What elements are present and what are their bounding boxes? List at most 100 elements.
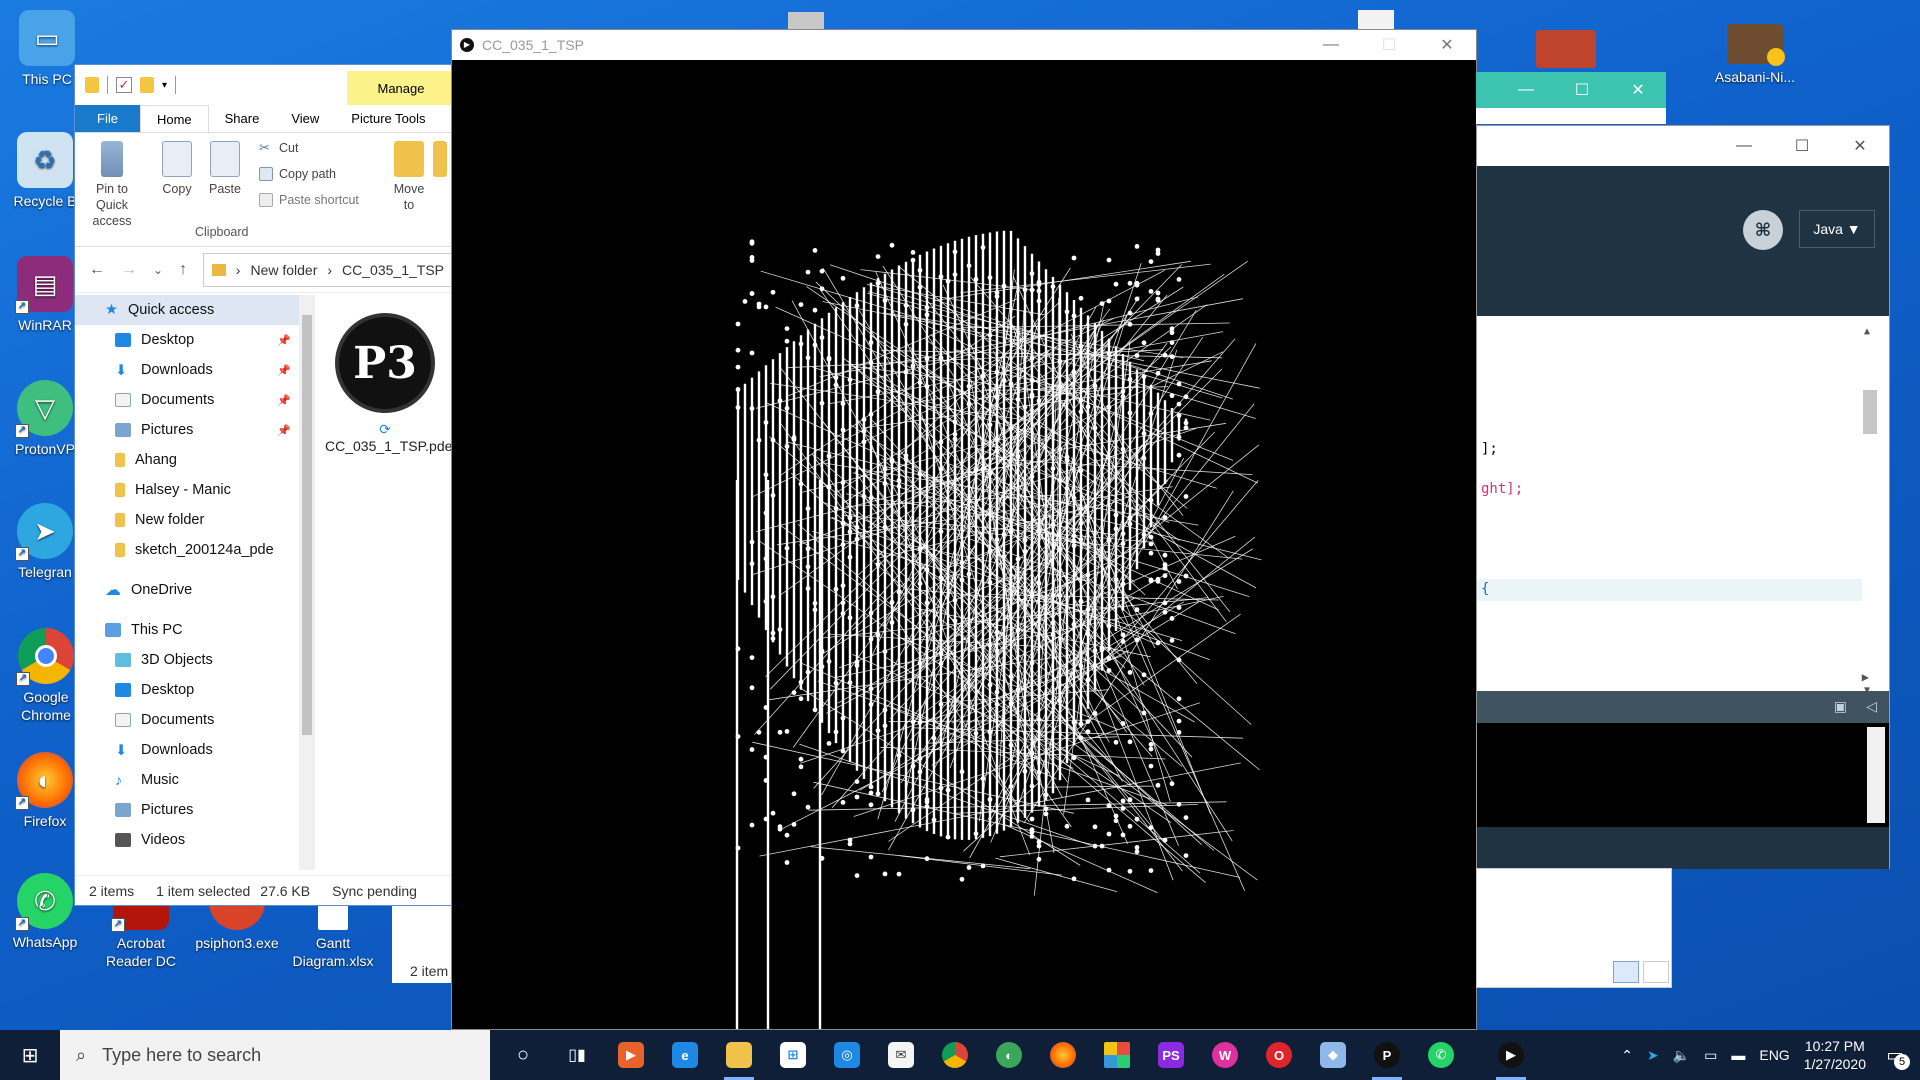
chevron-up-icon[interactable]: ⌃ bbox=[1621, 1047, 1633, 1064]
nav-item-pc-desktop[interactable]: Desktop bbox=[75, 675, 299, 705]
scrollbar-thumb[interactable] bbox=[1863, 390, 1877, 434]
details-view-icon[interactable] bbox=[1613, 961, 1639, 983]
powerpoint-file-icon[interactable] bbox=[1536, 30, 1596, 68]
manage-tab[interactable]: Manage bbox=[347, 71, 453, 105]
close-button[interactable]: ✕ bbox=[1418, 30, 1476, 60]
nav-item-music[interactable]: ♪ Music bbox=[75, 765, 299, 795]
close-button[interactable]: ✕ bbox=[1610, 72, 1666, 108]
nav-item-3d-objects[interactable]: 3D Objects bbox=[75, 645, 299, 675]
properties-icon[interactable]: ✓ bbox=[116, 77, 132, 93]
up-icon[interactable]: ↑ bbox=[179, 261, 187, 279]
debugger-icon[interactable]: ⌘ bbox=[1743, 210, 1783, 250]
tab-share[interactable]: Share bbox=[209, 105, 276, 132]
taskbar-app-office[interactable] bbox=[1090, 1030, 1144, 1080]
chevron-down-icon[interactable]: ▾ bbox=[162, 80, 167, 91]
desktop-icon-asabani[interactable]: Asabani-Ni... bbox=[1710, 24, 1800, 86]
tab-picture-tools[interactable]: Picture Tools bbox=[335, 105, 441, 132]
tab-view[interactable]: View bbox=[275, 105, 335, 132]
forward-icon[interactable]: → bbox=[121, 261, 137, 279]
taskbar-app-paint[interactable]: ◐ bbox=[982, 1030, 1036, 1080]
cortana-button[interactable]: ○ bbox=[496, 1030, 550, 1080]
tab-file[interactable]: File bbox=[75, 105, 140, 132]
chevron-right-icon[interactable]: ▶ bbox=[1862, 670, 1869, 684]
taskbar-search[interactable]: ⌕ Type here to search bbox=[60, 1030, 490, 1080]
collapse-icon[interactable]: ◁ bbox=[1866, 698, 1877, 715]
volume-icon[interactable]: 🔈 bbox=[1673, 1047, 1690, 1064]
paste-button[interactable]: Paste bbox=[205, 141, 245, 197]
explorer-titlebar[interactable]: ✓ ▾ Manage bbox=[75, 65, 453, 105]
nav-item-sketch-folder[interactable]: sketch_200124a_pde bbox=[75, 535, 299, 565]
nav-onedrive[interactable]: ☁ OneDrive bbox=[75, 575, 299, 605]
taskbar-app-firefox[interactable] bbox=[1036, 1030, 1090, 1080]
taskbar-app-webstorm[interactable]: W bbox=[1198, 1030, 1252, 1080]
taskbar-app-cube[interactable]: ◆ bbox=[1306, 1030, 1360, 1080]
desktop-file-icon[interactable] bbox=[788, 12, 824, 30]
console-output[interactable] bbox=[1477, 723, 1889, 827]
taskbar-app-sketch[interactable]: ▶ bbox=[1484, 1030, 1538, 1080]
clock[interactable]: 10:27 PM 1/27/2020 bbox=[1804, 1037, 1866, 1073]
processing-ide-window[interactable]: — ☐ ✕ ⌘ Java ▼ ]; ght]; { ▲ ▼ ▶ ▣ ◁ bbox=[1476, 125, 1890, 869]
editor-scrollbar[interactable]: ▲ ▼ bbox=[1861, 326, 1879, 696]
file-explorer-window[interactable]: ✓ ▾ Manage File Home Share View Picture … bbox=[74, 64, 454, 906]
nav-quick-access[interactable]: ★ Quick access bbox=[75, 295, 299, 325]
sketch-canvas[interactable] bbox=[452, 60, 1476, 1029]
nav-item-pc-documents[interactable]: Documents bbox=[75, 705, 299, 735]
notification-center-button[interactable]: ▭ 5 bbox=[1880, 1040, 1910, 1070]
copy-to-button[interactable] bbox=[433, 141, 453, 181]
cut-button[interactable]: ✂ Cut bbox=[259, 141, 298, 156]
network-icon[interactable]: ▭ bbox=[1704, 1047, 1717, 1064]
desktop-file-icon[interactable] bbox=[1358, 10, 1394, 30]
taskbar-app-photos[interactable]: ◎ bbox=[820, 1030, 874, 1080]
tab-home[interactable]: Home bbox=[139, 105, 209, 132]
chevron-up-icon[interactable]: ▲ bbox=[1864, 326, 1870, 337]
background-window[interactable]: 2 item bbox=[392, 903, 452, 983]
sketch-titlebar[interactable]: ▶ CC_035_1_TSP — ☐ ✕ bbox=[452, 30, 1476, 60]
breadcrumb-segment[interactable]: CC_035_1_TSP bbox=[342, 262, 444, 278]
nav-this-pc[interactable]: This PC bbox=[75, 615, 299, 645]
scrollbar-thumb[interactable] bbox=[302, 315, 312, 735]
background-app-window[interactable]: — ☐ ✕ bbox=[1476, 72, 1666, 124]
pin-quick-access-button[interactable]: Pin to Quick access bbox=[81, 141, 143, 229]
paste-shortcut-button[interactable]: Paste shortcut bbox=[259, 193, 359, 207]
nav-scrollbar[interactable] bbox=[299, 295, 315, 870]
taskbar-app-edge[interactable]: e bbox=[658, 1030, 712, 1080]
move-to-button[interactable]: Move to bbox=[387, 141, 431, 213]
nav-item-pc-downloads[interactable]: ⬇ Downloads bbox=[75, 735, 299, 765]
nav-item-pictures[interactable]: Pictures 📌 bbox=[75, 415, 299, 445]
address-bar[interactable]: › New folder › CC_035_1_TSP bbox=[203, 252, 453, 287]
nav-item-halsey-manic[interactable]: Halsey - Manic bbox=[75, 475, 299, 505]
taskbar-app-whatsapp[interactable]: ✆ bbox=[1414, 1030, 1468, 1080]
mode-selector[interactable]: Java ▼ bbox=[1799, 210, 1875, 248]
nav-item-pc-pictures[interactable]: Pictures bbox=[75, 795, 299, 825]
maximize-button[interactable]: ☐ bbox=[1360, 30, 1418, 60]
code-editor[interactable]: ]; ght]; { ▲ ▼ ▶ bbox=[1477, 316, 1889, 716]
copy-console-icon[interactable]: ▣ bbox=[1834, 698, 1847, 715]
nav-item-downloads[interactable]: ⬇ Downloads 📌 bbox=[75, 355, 299, 385]
start-button[interactable]: ⊞ bbox=[0, 1030, 60, 1080]
maximize-button[interactable]: ☐ bbox=[1554, 72, 1610, 108]
new-folder-icon[interactable] bbox=[140, 77, 154, 93]
sketch-window[interactable]: ▶ CC_035_1_TSP — ☐ ✕ bbox=[451, 29, 1477, 1030]
taskbar-app-chrome[interactable] bbox=[928, 1030, 982, 1080]
nav-item-new-folder[interactable]: New folder bbox=[75, 505, 299, 535]
file-item[interactable]: P3 ⟳ CC_035_1_TSP.pde bbox=[325, 313, 452, 454]
large-icons-view-icon[interactable] bbox=[1643, 961, 1669, 983]
taskbar-app-explorer[interactable] bbox=[712, 1030, 766, 1080]
minimize-button[interactable]: — bbox=[1302, 30, 1360, 60]
minimize-button[interactable]: — bbox=[1715, 126, 1773, 166]
copy-button[interactable]: Copy bbox=[157, 141, 197, 197]
nav-item-documents[interactable]: Documents 📌 bbox=[75, 385, 299, 415]
nav-item-videos[interactable]: Videos bbox=[75, 825, 299, 855]
language-indicator[interactable]: ENG bbox=[1759, 1047, 1789, 1063]
breadcrumb-segment[interactable]: New folder bbox=[250, 262, 317, 278]
task-view-button[interactable]: ▯▮ bbox=[550, 1030, 604, 1080]
maximize-button[interactable]: ☐ bbox=[1773, 126, 1831, 166]
taskbar-app-processing[interactable]: P bbox=[1360, 1030, 1414, 1080]
taskbar-app-opera[interactable]: O bbox=[1252, 1030, 1306, 1080]
console-scrollbar[interactable] bbox=[1867, 727, 1885, 823]
taskbar-app-media[interactable]: ▶ bbox=[604, 1030, 658, 1080]
nav-item-ahang[interactable]: Ahang bbox=[75, 445, 299, 475]
taskbar-app-store[interactable]: ⊞ bbox=[766, 1030, 820, 1080]
display-icon[interactable]: ▬ bbox=[1731, 1047, 1745, 1063]
minimize-button[interactable]: — bbox=[1498, 72, 1554, 108]
